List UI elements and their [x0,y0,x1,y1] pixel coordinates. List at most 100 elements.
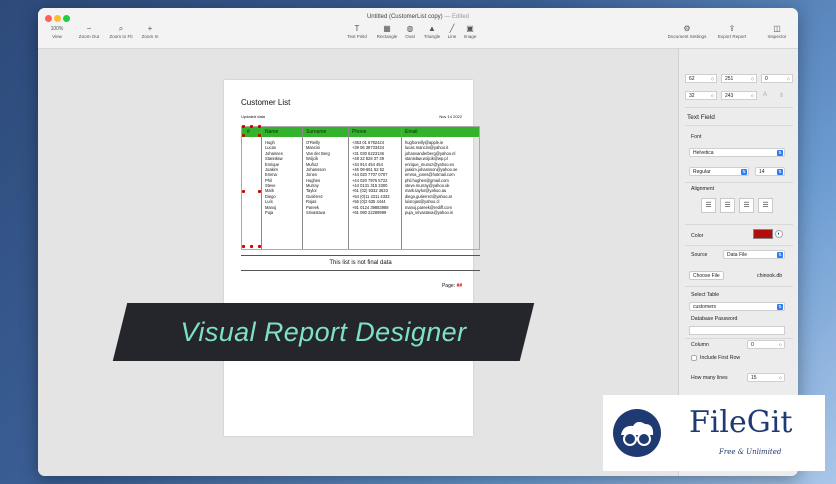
view-zoom-control[interactable]: 100% View [46,24,68,39]
report-page[interactable]: Customer List Updated data Nov 14 2022 #… [224,80,480,436]
table-cell-surname: Srivastava [306,209,326,215]
column-header-name: Name [265,129,279,135]
color-label: Color [691,233,704,239]
share-icon: ⇪ [728,24,736,33]
inspector-button[interactable]: ◫ Inspector [764,24,790,39]
sidebar-icon: ◫ [773,24,781,33]
rectangle-tool[interactable]: ▦ Rectangle [373,24,401,39]
separator [685,107,793,108]
alignment-label: Alignment [691,186,715,192]
divider-line[interactable] [241,255,480,256]
document-settings-button[interactable]: ⚙ Document Settings [662,24,712,39]
footer-note[interactable]: This list is not final data [241,260,480,266]
align-right-button[interactable]: ☰ [739,198,754,213]
stepper-icon: ⇅ [777,169,783,175]
resize-handle[interactable] [242,190,245,193]
zoom-out-button[interactable]: − Zoom Out [76,24,102,39]
oval-icon: ◍ [406,24,414,33]
resize-handle[interactable] [242,245,245,248]
chevron-updown-icon: ⇅ [777,252,783,258]
align-center-icon: ☰ [724,202,731,209]
depth-field[interactable]: 243 ◇ [721,91,757,100]
banner-title: Visual Report Designer [180,317,467,347]
updated-label[interactable]: Updated data [241,114,265,119]
position-x-field[interactable]: 62 ◇ [685,74,717,83]
color-well[interactable] [753,229,773,239]
table-cell-phone: +56 (0)2 635 4444 [352,199,386,205]
resize-handle[interactable] [258,134,261,137]
database-password-field[interactable] [689,326,785,335]
how-many-lines-stepper[interactable]: 15 ◇ [747,373,785,382]
align-left-button[interactable]: ☰ [701,198,716,213]
database-password-label: Database Password [691,316,738,322]
separator [685,338,793,339]
design-canvas[interactable]: Customer List Updated data Nov 14 2022 #… [38,49,678,476]
position-w-field[interactable]: 0 ◇ [761,74,793,83]
plus-icon: + [147,24,153,33]
gear-icon: ⚙ [683,24,691,33]
separator [685,125,793,126]
flip-vertical-icon[interactable]: ⇕ [779,92,784,99]
resize-handle[interactable] [258,125,261,128]
align-justify-button[interactable]: ☰ [758,198,773,213]
height-field[interactable]: 32 ◇ [685,91,717,100]
table-cell-email: emma_jones@hotmail.com [405,172,455,178]
color-picker-icon[interactable]: ◐ [775,230,783,238]
triangle-icon: ▲ [428,24,436,33]
column-divider [348,127,349,249]
filegit-logo-icon [613,409,661,457]
customer-table[interactable]: # Name Surname Phone Email Hugh Lucas Joha… [241,125,480,250]
titlebar: Untitled (CustomerList copy) — Edited 10… [38,8,798,49]
table-select[interactable]: customers ⇅ [689,302,785,311]
column-header-surname: Surname [306,129,327,135]
chevron-updown-icon: ⇅ [777,150,783,156]
zoom-value: 100% [50,26,64,32]
zoom-to-fit-button[interactable]: ⌕ Zoom to Fit [106,24,136,39]
text-field-tool[interactable]: T Text Field [344,24,370,39]
image-tool[interactable]: ▣ Image [460,24,480,39]
window-title: Untitled (CustomerList copy) — Edited [366,14,470,20]
align-center-button[interactable]: ☰ [720,198,735,213]
font-size-field[interactable]: 14 ⇅ [755,167,785,176]
triangle-tool[interactable]: ▲ Triangle [420,24,444,39]
phone-column: +353 01 6792424 +39 06 38733434 +31 030 62… [352,140,390,215]
zoom-in-button[interactable]: + Zoom In [138,24,162,39]
chevron-updown-icon: ⇅ [741,169,747,175]
table-cell-phone: +39 06 38733434 [352,145,384,151]
file-name: chinook.db [757,273,783,279]
include-first-row-checkbox[interactable] [691,355,697,361]
resize-handle[interactable] [242,134,245,137]
source-label: Source [691,252,708,258]
watermark-name: FileGit [689,405,793,440]
text-tool-icon: T [354,24,360,33]
line-tool[interactable]: ╱ Line [444,24,460,39]
table-header: # Name Surname Phone Email [242,127,479,137]
column-header-email: Email [405,129,418,135]
resize-handle[interactable] [258,245,261,248]
flip-horizontal-icon[interactable]: A [763,92,767,98]
separator [685,286,793,287]
divider-line[interactable] [241,270,480,271]
position-y-field[interactable]: 251 ◇ [721,74,757,83]
report-title[interactable]: Customer List [241,98,290,107]
resize-handle[interactable] [258,190,261,193]
resize-handle[interactable] [250,125,253,128]
font-family-select[interactable]: Helvetica ⇅ [689,148,785,157]
source-select[interactable]: Data File ⇅ [723,250,785,259]
export-report-button[interactable]: ⇪ Export Report [712,24,752,39]
how-many-lines-label: How many lines [691,375,728,381]
table-cell-email: puja_srivastava@yahoo.in [405,209,454,215]
page-number-field[interactable]: Page: ## [442,283,462,289]
separator [685,245,793,246]
font-style-select[interactable]: Regular ⇅ [689,167,749,176]
column-stepper[interactable]: 0 ◇ [747,340,785,349]
resize-handle[interactable] [250,245,253,248]
resize-handle[interactable] [242,125,245,128]
choose-file-button[interactable]: Choose File [689,271,724,280]
page-number: ## [456,283,462,289]
minus-icon: − [86,24,92,33]
oval-tool[interactable]: ◍ Oval [401,24,419,39]
column-divider [261,127,262,249]
report-date[interactable]: Nov 14 2022 [439,114,462,119]
select-table-label: Select Table [691,292,720,298]
